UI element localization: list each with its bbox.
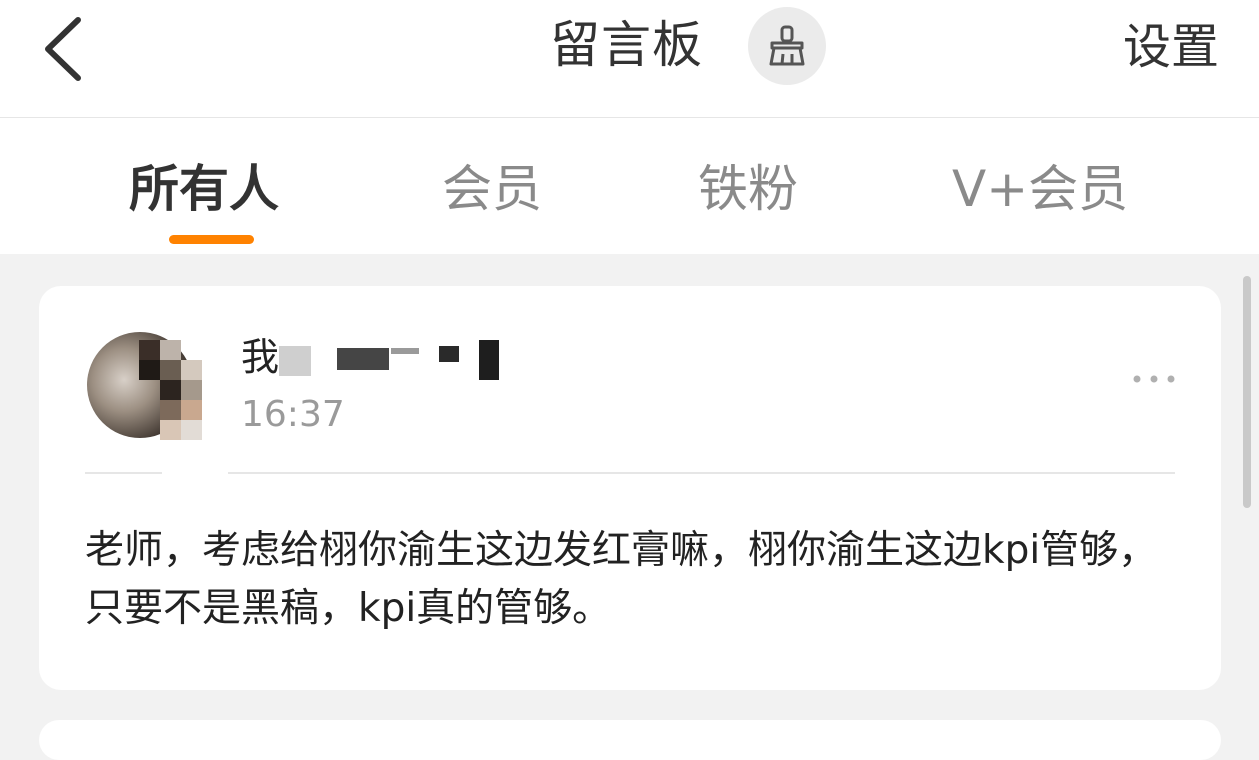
header-bar: 留言板 设置: [0, 0, 1259, 118]
message-card: 我 16:37 老师，考虑给栩你渝生这边发红膏嘛，栩你渝生这边kpi管够，只要不…: [39, 286, 1221, 690]
tab-fans[interactable]: 铁粉: [698, 156, 798, 222]
back-button[interactable]: [38, 14, 92, 84]
tab-vplus-members[interactable]: V+会员: [952, 156, 1128, 222]
divider: [85, 472, 162, 474]
settings-button[interactable]: 设置: [1123, 14, 1219, 80]
more-horizontal-icon: [1133, 375, 1175, 383]
chevron-left-icon: [45, 17, 81, 81]
brush-icon: [769, 25, 805, 66]
scrollbar[interactable]: [1243, 276, 1251, 508]
message-time: 16:37: [241, 394, 345, 435]
tab-everyone[interactable]: 所有人: [129, 156, 279, 222]
divider: [228, 472, 1175, 474]
avatar-mosaic: [139, 340, 203, 440]
page-title: 留言板: [550, 16, 703, 74]
clean-button[interactable]: [748, 7, 826, 85]
more-options-button[interactable]: [1131, 364, 1177, 394]
message-content: 老师，考虑给栩你渝生这边发红膏嘛，栩你渝生这边kpi管够，只要不是黑稿，kpi真…: [85, 528, 1158, 631]
tab-bar: 所有人 会员 铁粉 V+会员: [0, 118, 1259, 254]
message-card: [39, 720, 1221, 760]
tab-members[interactable]: 会员: [442, 156, 542, 222]
username-redaction: [279, 338, 499, 382]
active-tab-indicator: [169, 235, 254, 244]
